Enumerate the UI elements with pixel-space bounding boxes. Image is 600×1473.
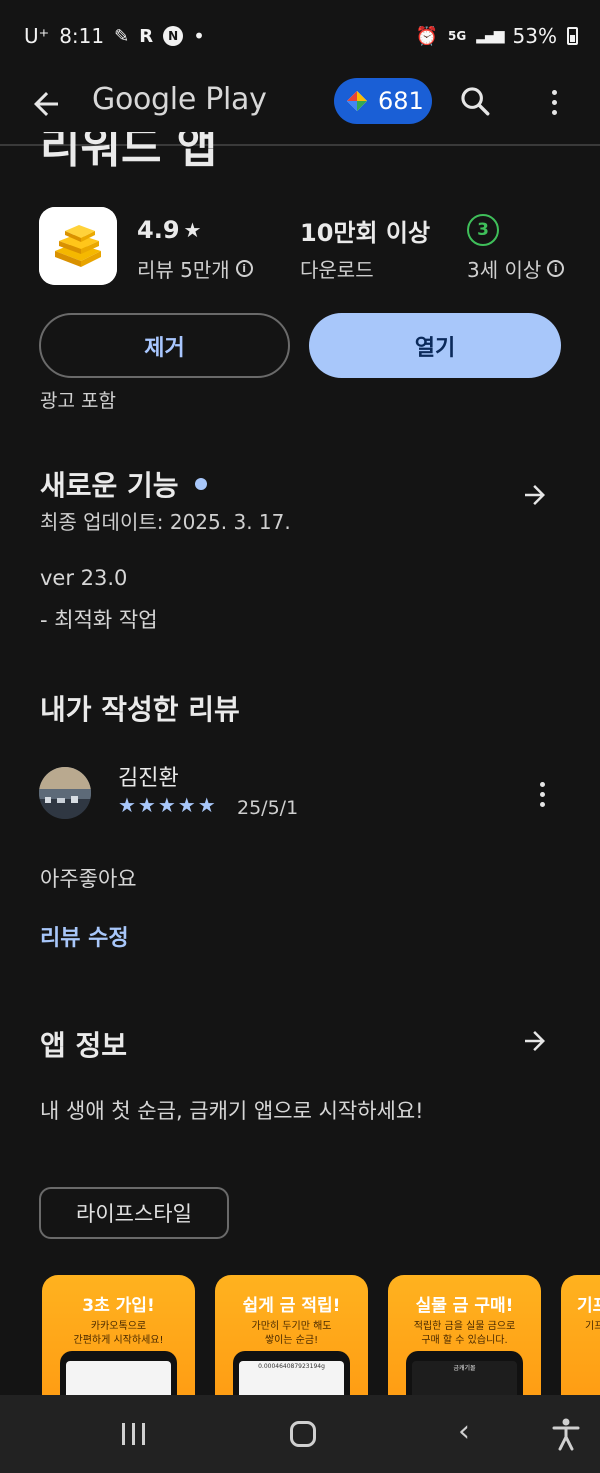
arrow-right-icon[interactable] bbox=[518, 1026, 552, 1060]
back-arrow-icon[interactable] bbox=[28, 86, 68, 126]
my-review-heading: 내가 작성한 리뷰 bbox=[40, 688, 240, 728]
screenshot-subtext: 기프 bbox=[585, 1321, 600, 1332]
age-rating-label: 3세 이상 bbox=[467, 258, 542, 282]
review-text: 아주좋아요 bbox=[40, 867, 137, 891]
home-icon[interactable] bbox=[290, 1421, 316, 1447]
screenshot-card[interactable]: 실물 금 구매! 적립한 금을 실물 금으로 구매 할 수 있습니다. 금캐기몰 bbox=[388, 1275, 541, 1415]
whats-new-heading[interactable]: 새로운 기능 bbox=[40, 464, 207, 504]
review-more-icon[interactable] bbox=[532, 779, 552, 809]
screenshot-subtext: 가만히 두기만 해도 쌓이는 순금! bbox=[251, 1321, 332, 1346]
app-title-partial: 리워드 앱 bbox=[40, 132, 218, 173]
whats-new-title: 새로운 기능 bbox=[40, 469, 179, 502]
age-rating-badge: 3 bbox=[467, 214, 499, 246]
notification-icon: ✎ bbox=[114, 25, 130, 47]
search-icon[interactable] bbox=[458, 84, 494, 120]
play-points-badge[interactable]: 681 bbox=[334, 78, 432, 124]
review-stars: ★★★★★ bbox=[118, 793, 218, 817]
info-icon: i bbox=[547, 260, 565, 277]
system-navigation-bar: ‹ bbox=[0, 1395, 600, 1473]
play-points-count: 681 bbox=[378, 87, 424, 115]
new-indicator-dot bbox=[194, 478, 207, 490]
accessibility-icon[interactable] bbox=[551, 1417, 583, 1451]
about-app-heading[interactable]: 앱 정보 bbox=[40, 1024, 127, 1064]
screenshot-card[interactable]: 기프 기프 bbox=[561, 1275, 600, 1415]
app-notification-icon: R bbox=[139, 25, 154, 47]
app-icon bbox=[39, 207, 117, 285]
battery-label: 53% bbox=[512, 24, 557, 48]
carrier-label: U⁺ bbox=[24, 24, 50, 48]
back-chevron-icon[interactable]: ‹ bbox=[458, 1417, 470, 1447]
app-description: 내 생애 첫 순금, 금캐기 앱으로 시작하세요! bbox=[40, 1099, 424, 1123]
more-notifications-dot: • bbox=[193, 24, 205, 48]
downloads-label: 다운로드 bbox=[300, 258, 374, 282]
google-play-logo-text: Google Play bbox=[92, 82, 267, 117]
network-label: 5G bbox=[448, 29, 467, 43]
rating-stat[interactable]: 4.9 ★ 리뷰 5만개 i bbox=[137, 214, 253, 283]
info-icon: i bbox=[235, 260, 253, 277]
downloads-stat: 10만회 이상 다운로드 bbox=[300, 214, 430, 283]
alarm-icon: ⏰ bbox=[415, 25, 439, 47]
reviewer-name: 김진환 bbox=[118, 766, 179, 791]
status-bar: U⁺ 8:11 ✎ R N • ⏰ 5G ▂▄▆ 53% bbox=[0, 0, 600, 72]
screenshot-headline: 기프 bbox=[577, 1296, 600, 1316]
avatar bbox=[39, 767, 91, 819]
version-text: ver 23.0 bbox=[40, 566, 128, 590]
rating-value: 4.9 bbox=[137, 216, 180, 244]
screenshot-headline: 3초 가입! bbox=[82, 1296, 155, 1316]
battery-icon bbox=[567, 27, 578, 45]
age-rating-stat[interactable]: 3 3세 이상 i bbox=[467, 214, 565, 283]
screenshot-headline: 쉽게 금 적립! bbox=[242, 1296, 341, 1316]
edit-review-link[interactable]: 리뷰 수정 bbox=[40, 920, 129, 952]
review-date: 25/5/1 bbox=[237, 797, 299, 819]
changelog-text: - 최적화 작업 bbox=[40, 608, 158, 632]
screenshot-card[interactable]: 3초 가입! 카카오톡으로 간편하게 시작하세요! bbox=[42, 1275, 195, 1415]
screenshot-headline: 실물 금 구매! bbox=[415, 1296, 514, 1316]
signal-icon: ▂▄▆ bbox=[476, 28, 504, 44]
contains-ads-label: 광고 포함 bbox=[40, 390, 116, 412]
n-notification-icon: N bbox=[163, 26, 184, 46]
recents-icon[interactable] bbox=[122, 1423, 145, 1445]
last-updated-label: 최종 업데이트: 2025. 3. 17. bbox=[40, 510, 291, 534]
category-chip[interactable]: 라이프스타일 bbox=[39, 1187, 229, 1239]
downloads-value: 10만회 이상 bbox=[300, 218, 431, 247]
reviews-count-label: 리뷰 5만개 bbox=[137, 258, 230, 282]
overflow-menu-icon[interactable] bbox=[540, 84, 568, 120]
arrow-right-icon[interactable] bbox=[518, 480, 552, 514]
play-points-icon bbox=[346, 90, 368, 112]
screenshot-subtext: 카카오톡으로 간편하게 시작하세요! bbox=[73, 1321, 164, 1346]
screenshot-card[interactable]: 쉽게 금 적립! 가만히 두기만 해도 쌓이는 순금! 0.0004640879… bbox=[215, 1275, 368, 1415]
about-app-title: 앱 정보 bbox=[40, 1029, 128, 1062]
star-icon: ★ bbox=[183, 218, 202, 242]
my-review-title: 내가 작성한 리뷰 bbox=[40, 693, 240, 726]
screenshot-subtext: 적립한 금을 실물 금으로 구매 할 수 있습니다. bbox=[413, 1321, 516, 1346]
open-button[interactable]: 열기 bbox=[309, 313, 561, 378]
uninstall-button[interactable]: 제거 bbox=[39, 313, 290, 378]
time-label: 8:11 bbox=[59, 24, 105, 48]
